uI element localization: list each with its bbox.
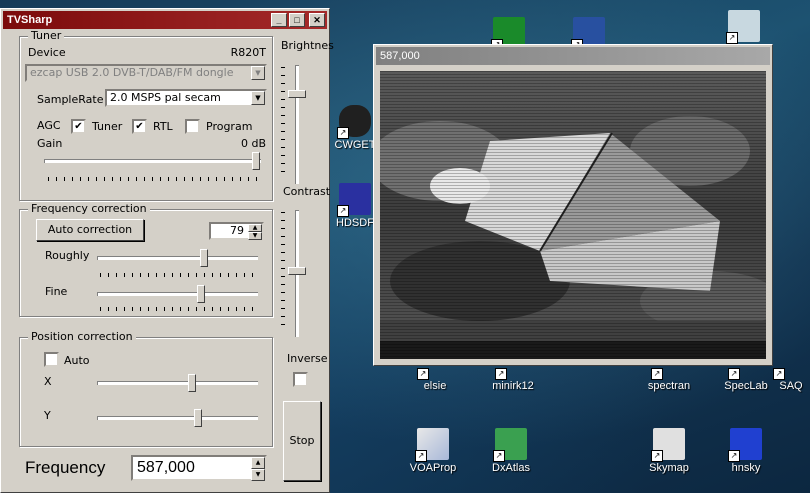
agc-rtl-label: RTL xyxy=(153,120,173,133)
samplerate-select-value: 2.0 MSPS pal secam xyxy=(110,91,221,104)
roughly-slider-track xyxy=(97,256,258,260)
close-icon: ✕ xyxy=(313,15,321,25)
video-image xyxy=(380,71,766,359)
position-auto-label: Auto xyxy=(64,354,90,367)
chevron-down-icon: ▼ xyxy=(251,91,265,105)
gain-slider-track xyxy=(44,159,261,163)
fine-label: Fine xyxy=(45,285,68,298)
desktop-icon-elsie[interactable]: ↗ elsie xyxy=(400,362,470,392)
video-frame xyxy=(380,71,766,359)
spin-up-icon[interactable]: ▲ xyxy=(251,457,265,469)
hdsdr-icon: ↗ xyxy=(337,183,371,217)
brightness-slider-track xyxy=(295,65,299,184)
brightness-slider-ticks xyxy=(281,67,285,179)
contrast-label: Contrast xyxy=(283,185,331,198)
position-correction-legend: Position correction xyxy=(28,330,136,343)
contrast-slider[interactable] xyxy=(288,266,306,275)
desktop-icon-hnsky[interactable]: ↗ hnsky xyxy=(711,428,781,474)
position-correction-group: Position correction Auto X Y xyxy=(19,330,273,447)
stop-button[interactable]: Stop xyxy=(283,401,321,481)
frequency-value: 587,000 xyxy=(137,459,195,476)
agc-rtl-checkbox[interactable]: ✔ xyxy=(132,119,147,134)
spin-down-icon[interactable]: ▼ xyxy=(251,469,265,481)
x-slider-track xyxy=(97,381,258,385)
minimize-button[interactable]: _ xyxy=(271,13,287,27)
mp3-icon: ↗ xyxy=(726,10,760,44)
desktop-icon-voaprop[interactable]: ↗ VOAProp xyxy=(398,428,468,474)
gain-value: 0 dB xyxy=(240,137,266,150)
samplerate-label: SampleRate xyxy=(37,93,104,106)
contrast-slider-ticks xyxy=(281,212,285,332)
window-title: TVSharp xyxy=(7,14,53,26)
tuner-group: Tuner Device R820T ezcap USB 2.0 DVB-T/D… xyxy=(19,29,273,201)
fine-slider[interactable] xyxy=(197,285,206,303)
desktop-icon-minirk12[interactable]: ↗ minirk12 xyxy=(478,362,548,392)
video-window[interactable]: 587,000 xyxy=(373,44,773,366)
device-select[interactable]: ezcap USB 2.0 DVB-T/DAB/FM dongle ▼ xyxy=(25,64,267,82)
cwget-icon: ↗ xyxy=(337,105,371,139)
desktop-icon-spectran[interactable]: ↗ spectran xyxy=(634,362,704,392)
desktop-icon-saq[interactable]: ↗ SAQ xyxy=(772,362,810,392)
desktop-icon-dxatlas[interactable]: ↗ DxAtlas xyxy=(476,428,546,474)
video-window-title: 587,000 xyxy=(376,47,770,65)
chevron-down-icon: ▼ xyxy=(251,66,265,80)
program-checkbox[interactable] xyxy=(185,119,200,134)
agc-label: AGC xyxy=(37,119,61,132)
brightness-label: Brightnes xyxy=(281,39,334,52)
maximize-icon: □ xyxy=(294,15,300,25)
x-slider[interactable] xyxy=(188,374,197,392)
close-button[interactable]: ✕ xyxy=(309,13,325,27)
device-label: Device xyxy=(28,46,66,59)
skymap-icon: ↗ xyxy=(651,428,685,462)
gain-slider[interactable] xyxy=(252,152,260,170)
program-label: Program xyxy=(206,120,253,133)
x-label: X xyxy=(44,375,52,388)
frequency-correction-value: 79 xyxy=(230,224,244,237)
spin-down-icon[interactable]: ▼ xyxy=(248,232,262,240)
spin-up-icon[interactable]: ▲ xyxy=(248,224,262,232)
fine-slider-track xyxy=(97,292,258,296)
tuner-legend: Tuner xyxy=(28,29,65,42)
agc-tuner-label: Tuner xyxy=(92,120,123,133)
samplerate-select[interactable]: 2.0 MSPS pal secam ▼ xyxy=(105,89,267,107)
inverse-checkbox[interactable] xyxy=(293,372,308,387)
auto-correction-button[interactable]: Auto correction xyxy=(36,219,144,241)
gain-label: Gain xyxy=(37,137,63,150)
saq-icon: ↗ xyxy=(773,362,807,380)
desktop-icon-speclab[interactable]: ↗ SpecLab xyxy=(711,362,781,392)
frequency-input[interactable]: 587,000 ▲ ▼ xyxy=(131,455,267,481)
frequency-correction-group: Frequency correction Auto correction 79 … xyxy=(19,202,273,317)
minimize-icon: _ xyxy=(276,15,282,25)
fine-slider-ticks xyxy=(100,307,258,311)
agc-tuner-checkbox[interactable]: ✔ xyxy=(71,119,86,134)
roughly-slider-ticks xyxy=(100,273,258,277)
y-label: Y xyxy=(44,409,51,422)
y-slider[interactable] xyxy=(194,409,203,427)
brightness-slider[interactable] xyxy=(288,90,306,99)
window-titlebar[interactable]: TVSharp _ □ ✕ xyxy=(3,11,327,29)
y-slider-track xyxy=(97,416,258,420)
hnsky-icon: ↗ xyxy=(728,428,762,462)
device-chip-label: R820T xyxy=(230,46,266,59)
frequency-label: Frequency xyxy=(25,458,106,477)
device-select-value: ezcap USB 2.0 DVB-T/DAB/FM dongle xyxy=(30,66,234,79)
position-auto-checkbox[interactable] xyxy=(44,352,59,367)
gain-slider-ticks xyxy=(48,177,260,181)
voaprop-icon: ↗ xyxy=(415,428,449,462)
roughly-label: Roughly xyxy=(45,249,90,262)
maximize-button[interactable]: □ xyxy=(289,13,305,27)
frequency-correction-input[interactable]: 79 ▲ ▼ xyxy=(209,222,264,240)
desktop-icon-skymap[interactable]: ↗ Skymap xyxy=(634,428,704,474)
frequency-correction-legend: Frequency correction xyxy=(28,202,150,215)
dxatlas-icon: ↗ xyxy=(493,428,527,462)
tvsharp-window[interactable]: TVSharp _ □ ✕ Tuner Device R820T ezcap U… xyxy=(0,8,334,493)
inverse-label: Inverse xyxy=(287,352,328,365)
roughly-slider[interactable] xyxy=(200,249,209,267)
desktop-icon-mp3[interactable]: ↗ xyxy=(709,10,779,44)
